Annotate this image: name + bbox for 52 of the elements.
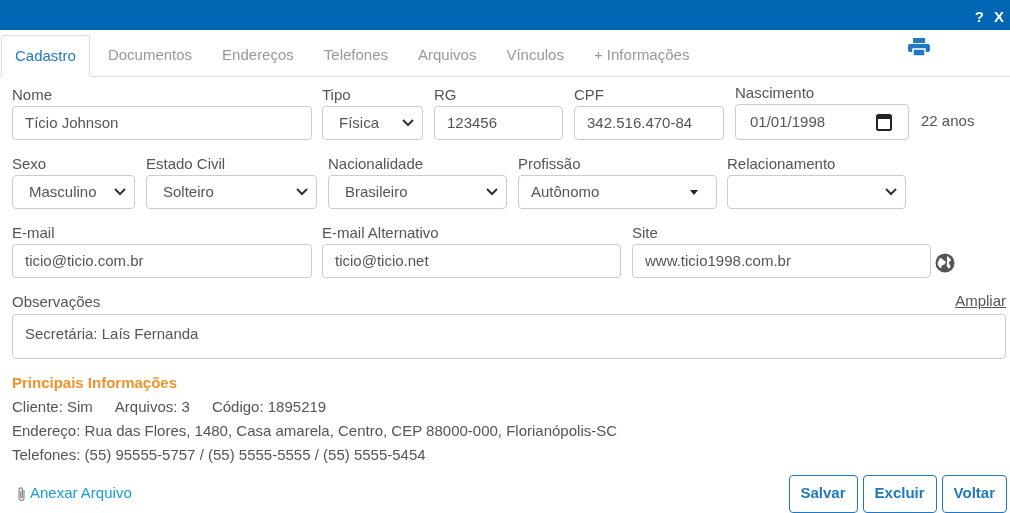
field-label: Site [632, 223, 659, 243]
field-label: E-mail [12, 223, 56, 243]
chevron-down-icon [885, 188, 897, 196]
field-label: E-mail Alternativo [322, 223, 440, 243]
action-button[interactable]: Salvar [788, 474, 858, 513]
section-title: Principais Informações [12, 372, 179, 393]
info-text: Arquivos: 3 [114, 396, 190, 417]
notes-field[interactable]: Secretária: Laís Fernanda [12, 313, 1006, 359]
select-field[interactable] [727, 175, 906, 209]
field-label: RG [434, 85, 458, 105]
paperclip-icon [16, 485, 27, 502]
info-text: Telefones: (55) 95555-5757 / (55) 5555-5555 / (55) 5555-5454 [12, 444, 427, 465]
enlarge-link[interactable]: Ampliar [955, 290, 1006, 313]
field-label: Estado Civil [146, 154, 227, 174]
field-label: CPF [574, 85, 605, 105]
field-label: Observações [12, 291, 101, 312]
text-field[interactable]: 342.516.470-84 [574, 106, 724, 140]
text-field[interactable]: www.ticio1998.com.br [632, 244, 931, 278]
select-field[interactable]: Física [322, 106, 423, 140]
text-field[interactable]: ticio@ticio.com.br [12, 244, 312, 278]
field-label: Nome [12, 85, 53, 105]
tab[interactable]: Cadastro [1, 35, 90, 77]
field-label: Tipo [322, 85, 352, 105]
text-field[interactable]: Tício Johnson [12, 106, 312, 140]
date-field[interactable]: 01/01/1998 [735, 104, 909, 140]
action-button[interactable]: Voltar [941, 474, 1007, 513]
select-field[interactable]: Masculino [12, 175, 135, 209]
field-label: Relacionamento [727, 154, 837, 174]
select-field[interactable]: Solteiro [146, 175, 317, 209]
help-button[interactable]: ? [974, 9, 984, 24]
info-text: Cliente: Sim [12, 396, 93, 417]
text-field[interactable]: 123456 [434, 106, 563, 140]
field-label: Nacionalidade [328, 154, 425, 174]
dropdown-field[interactable]: Autônomo [518, 175, 717, 209]
calendar-icon[interactable] [876, 113, 892, 131]
age-text: 22 anos [921, 110, 975, 131]
field-label: Profissão [518, 154, 582, 174]
info-text: Código: 1895219 [211, 396, 327, 417]
close-button[interactable]: X [994, 9, 1004, 24]
caret-icon [690, 189, 698, 195]
action-button[interactable]: Excluir [862, 474, 937, 513]
chevron-down-icon [296, 188, 308, 196]
printer-icon[interactable] [908, 38, 930, 56]
field-label: Sexo [12, 154, 48, 174]
chevron-down-icon [402, 119, 414, 127]
select-field[interactable]: Brasileiro [328, 175, 507, 209]
chevron-down-icon [486, 188, 498, 196]
globe-icon[interactable] [935, 253, 955, 273]
info-text: Endereço: Rua das Flores, 1480, Casa amarela, Centro, CEP 88000-000, Florianópolis-SC [12, 420, 619, 441]
field-label: Nascimento [735, 83, 816, 103]
text-field[interactable]: ticio@ticio.net [322, 244, 621, 278]
chevron-down-icon [114, 188, 126, 196]
